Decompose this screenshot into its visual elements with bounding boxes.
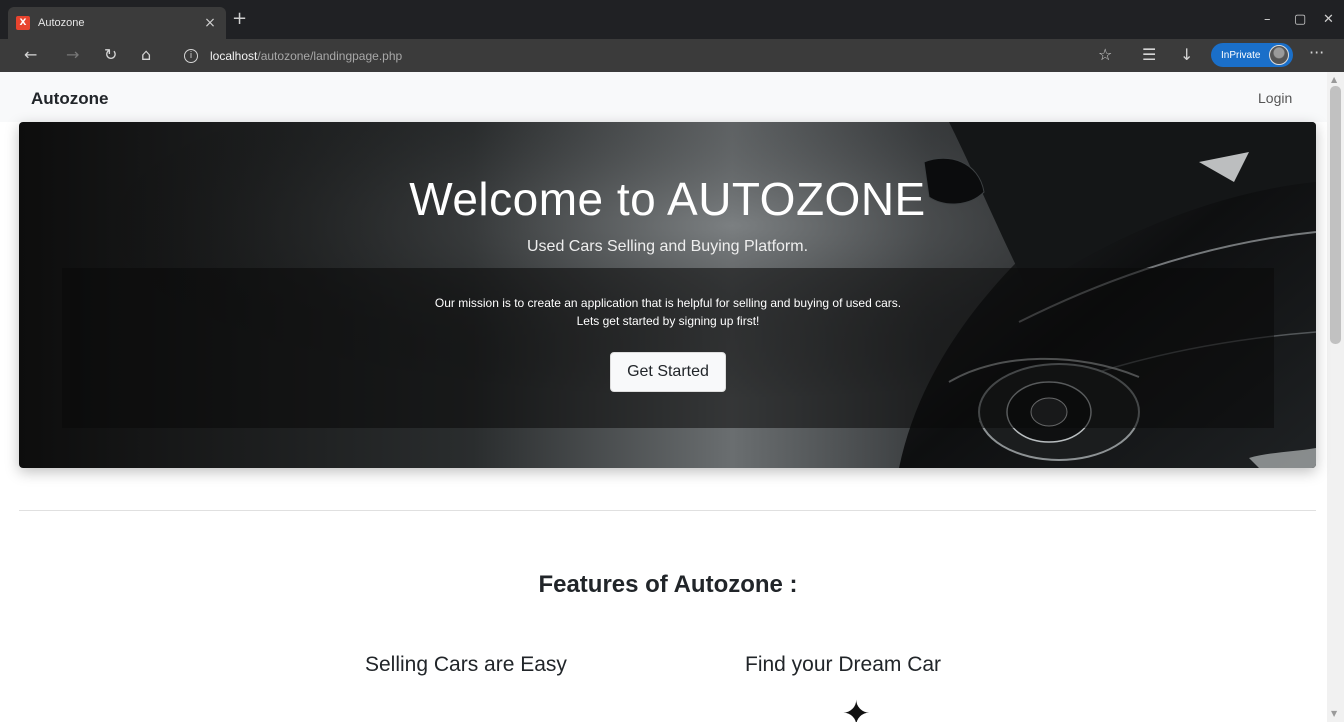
site-info-icon[interactable]: i [184,49,198,63]
minimize-icon[interactable]: – [1264,12,1271,27]
refresh-icon[interactable]: ↻ [104,46,117,64]
restore-icon[interactable]: ▢ [1294,12,1306,27]
more-options-icon[interactable]: ··· [1309,44,1324,62]
browser-tab-bar: X Autozone × + – ▢ ✕ [0,0,1344,39]
scroll-down-icon[interactable]: ▼ [1331,709,1337,718]
feature-selling-title: Selling Cars are Easy [365,653,567,676]
site-navbar: Autozone Login [0,72,1327,122]
xampp-favicon-icon: X [16,16,30,30]
signup-prompt-text: Lets get started by signing up first! [576,314,760,328]
close-window-icon[interactable]: ✕ [1323,12,1334,27]
feature-dream-car-title: Find your Dream Car [745,653,942,676]
address-bar[interactable]: i localhost/autozone/landingpage.php [174,44,1272,68]
new-tab-icon[interactable]: + [232,10,247,28]
star-icon: ✦ [842,694,871,722]
hero-title: Welcome to AUTOZONE [409,173,926,225]
hero-banner: Welcome to AUTOZONE Used Cars Selling an… [19,122,1316,468]
profile-avatar[interactable] [1269,45,1289,65]
forward-icon[interactable]: → [66,46,79,64]
tab-close-icon[interactable]: × [202,15,218,31]
hero-subtitle: Used Cars Selling and Buying Platform. [526,238,809,255]
section-divider [19,510,1316,511]
mission-text: Our mission is to create an application … [434,296,902,310]
page-scrollbar[interactable]: ▲ ▼ [1327,72,1344,722]
mission-panel: Our mission is to create an application … [62,268,1274,428]
scroll-thumb[interactable] [1330,86,1341,344]
url-path: /autozone/landingpage.php [257,49,403,63]
login-link[interactable]: Login [1258,90,1292,106]
inprivate-label: InPrivate [1221,49,1261,61]
tab-title: Autozone [38,17,85,29]
back-icon[interactable]: ← [24,46,37,64]
home-icon[interactable]: ⌂ [141,46,151,64]
inprivate-button[interactable]: InPrivate [1211,43,1293,67]
features-title: Features of Autozone : [538,571,798,598]
brand-logo[interactable]: Autozone [31,89,108,109]
url-host: localhost [210,49,258,63]
browser-tab[interactable]: X Autozone × [8,7,226,39]
scroll-up-icon[interactable]: ▲ [1331,75,1337,84]
get-started-button[interactable]: Get Started [610,352,726,392]
